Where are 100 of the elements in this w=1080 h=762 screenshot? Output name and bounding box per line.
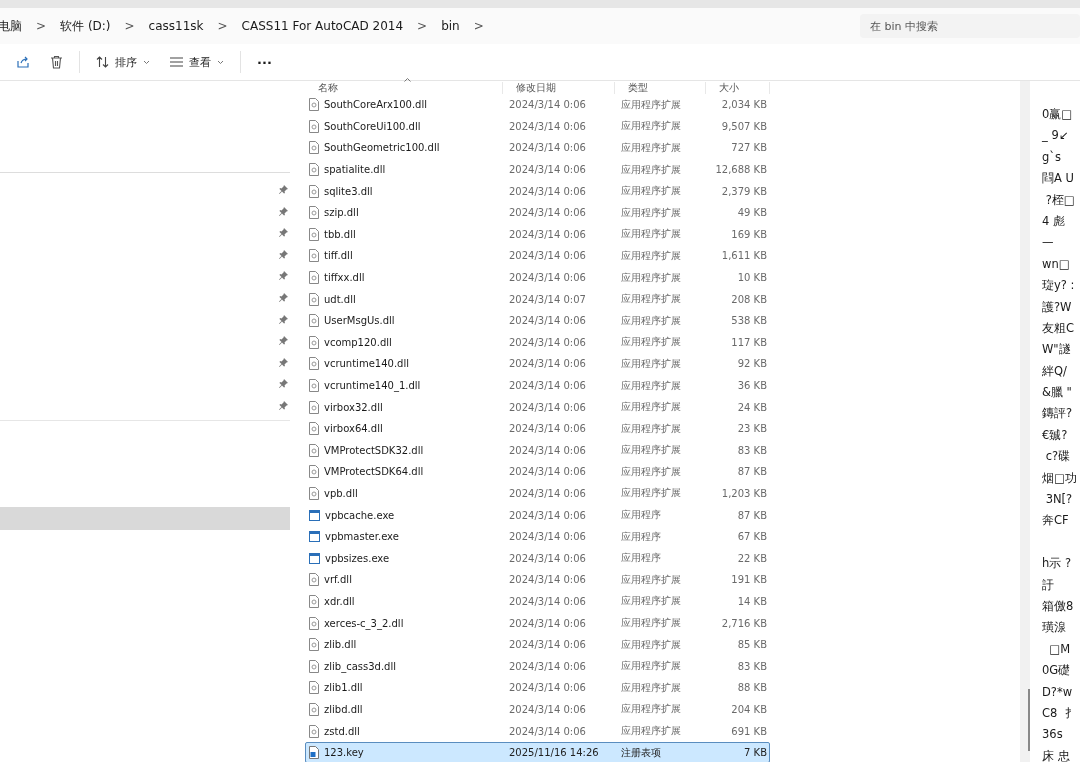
file-row[interactable]: UserMsgUs.dll 2024/3/14 0:06 应用程序扩展 538 KB [305, 309, 770, 332]
pin-icon[interactable] [279, 379, 288, 389]
file-row[interactable]: vpb.dll 2024/3/14 0:06 应用程序扩展 1,203 KB [305, 482, 770, 505]
chevron-icon[interactable]: > [417, 19, 428, 33]
scrollbar-thumb[interactable] [1028, 689, 1030, 751]
file-row[interactable]: vpbsizes.exe 2024/3/14 0:06 应用程序 22 KB [305, 547, 770, 570]
file-name: vpb.dll [324, 488, 358, 499]
dll-file-icon [309, 249, 319, 263]
file-type: 应用程序 [620, 508, 662, 523]
file-row[interactable]: zlib_cass3d.dll 2024/3/14 0:06 应用程序扩展 83 KB [305, 655, 770, 678]
editor-line: _ 9↙ [1042, 127, 1070, 145]
modified-date: 2024/3/14 0:06 [508, 725, 587, 737]
chevron-icon[interactable]: > [473, 19, 484, 33]
file-type: 应用程序扩展 [620, 421, 682, 436]
file-size: 2,716 KB [720, 617, 768, 629]
modified-date: 2024/3/14 0:06 [508, 185, 587, 197]
dll-file-icon [309, 487, 319, 500]
file-name: szip.dll [324, 207, 359, 219]
file-row[interactable]: zlib1.dll 2024/3/14 0:06 应用程序扩展 88 KB [305, 677, 770, 699]
column-header[interactable]: 修改日期 [503, 82, 615, 94]
file-type: 应用程序扩展 [620, 248, 682, 263]
file-row[interactable]: vcomp120.dll 2024/3/14 0:06 应用程序扩展 117 KB [305, 331, 770, 354]
file-row[interactable]: virbox64.dll 2024/3/14 0:06 应用程序扩展 23 KB [305, 417, 770, 440]
file-size: 92 KB [736, 358, 768, 370]
dll-file-icon [309, 443, 319, 457]
dll-file-icon [309, 616, 319, 630]
view-button[interactable]: 查看 [162, 50, 232, 74]
file-row[interactable]: udt.dll 2024/3/14 0:07 应用程序扩展 208 KB [305, 288, 770, 310]
file-row[interactable]: vrf.dll 2024/3/14 0:06 应用程序扩展 191 KB [305, 569, 770, 591]
registry-file-icon [309, 746, 319, 760]
modified-date: 2024/3/14 0:06 [508, 574, 587, 586]
file-name: SouthCoreUi100.dll [324, 120, 421, 132]
file-row[interactable]: tiff.dll 2024/3/14 0:06 应用程序扩展 1,611 KB [305, 245, 770, 267]
pin-icon[interactable] [279, 249, 288, 259]
file-row[interactable]: xdr.dll 2024/3/14 0:06 应用程序扩展 14 KB [305, 590, 770, 613]
file-row[interactable]: zstd.dll 2024/3/14 0:06 应用程序扩展 691 KB [305, 720, 770, 742]
file-row[interactable]: xerces-c_3_2.dll 2024/3/14 0:06 应用程序扩展 2,716 KB [305, 612, 770, 634]
file-row[interactable]: sqlite3.dll 2024/3/14 0:06 应用程序扩展 2,379 KB [305, 180, 770, 202]
chevron-icon[interactable]: > [217, 19, 228, 33]
pin-icon[interactable] [279, 357, 288, 367]
file-type: 应用程序扩展 [620, 270, 682, 285]
search-field[interactable]: 在 bin 中搜索 [860, 14, 1080, 38]
breadcrumb[interactable]: CASS11 For AutoCAD 2014 [241, 19, 404, 33]
file-row[interactable]: VMProtectSDK32.dll 2024/3/14 0:06 应用程序扩展 83 KB [305, 439, 770, 462]
column-header[interactable]: 类型 [615, 82, 706, 94]
file-size: 14 KB [736, 595, 768, 607]
pin-icon[interactable] [279, 185, 288, 194]
file-size: 538 KB [730, 315, 768, 327]
file-row[interactable]: zlib.dll 2024/3/14 0:06 应用程序扩展 85 KB [305, 633, 770, 656]
pin-icon[interactable] [279, 271, 288, 281]
more-button[interactable]: ··· [249, 50, 280, 74]
dll-file-icon [309, 638, 319, 652]
editor-line: 3N[? [1044, 491, 1074, 509]
pin-icon[interactable] [279, 292, 288, 302]
file-size: 87 KB [736, 466, 768, 478]
file-row[interactable]: virbox32.dll 2024/3/14 0:06 应用程序扩展 24 KB [305, 396, 770, 418]
file-size: 7 KB [743, 747, 768, 759]
file-name: vcruntime140.dll [324, 358, 409, 370]
file-row[interactable]: spatialite.dll 2024/3/14 0:06 应用程序扩展 12,688 KB [305, 158, 770, 181]
column-header[interactable]: 大小 [706, 82, 770, 94]
file-row[interactable]: SouthCoreArx100.dll 2024/3/14 0:06 应用程序扩展 2,034 KB [305, 94, 770, 116]
file-row[interactable]: SouthGeometric100.dll 2024/3/14 0:06 应用程序扩展 727 KB [305, 137, 770, 159]
file-row[interactable]: tbb.dll 2024/3/14 0:06 应用程序扩展 169 KB [305, 223, 770, 246]
pin-icon[interactable] [279, 206, 288, 216]
editor-line: 床 忠 [1042, 747, 1071, 762]
file-row[interactable]: SouthCoreUi100.dll 2024/3/14 0:06 应用程序扩展 9,507 KB [305, 115, 770, 138]
chevron-icon[interactable]: > [124, 19, 135, 33]
sort-button[interactable]: 排序 [88, 50, 158, 74]
file-row[interactable]: vcruntime140_1.dll 2024/3/14 0:06 应用程序扩展 36 KB [305, 374, 770, 397]
breadcrumb[interactable]: 软件 (D:) [60, 17, 111, 35]
pin-icon[interactable] [279, 400, 288, 410]
file-type: 应用程序扩展 [620, 205, 682, 220]
file-type: 应用程序扩展 [620, 616, 682, 631]
file-name: UserMsgUs.dll [324, 315, 395, 327]
modified-date: 2024/3/14 0:06 [508, 509, 587, 521]
file-row[interactable]: vcruntime140.dll 2024/3/14 0:06 应用程序扩展 92 KB [305, 353, 770, 375]
file-row[interactable]: tiffxx.dll 2024/3/14 0:06 应用程序扩展 10 KB [305, 266, 770, 289]
pin-icon[interactable] [279, 314, 288, 324]
file-row[interactable]: zlibd.dll 2024/3/14 0:06 应用程序扩展 204 KB [305, 698, 770, 721]
pin-icon[interactable] [279, 228, 288, 238]
breadcrumb[interactable]: bin [441, 19, 460, 33]
file-size: 88 KB [736, 682, 768, 694]
column-header[interactable]: 名称 [305, 82, 503, 94]
breadcrumb[interactable]: cass11sk [148, 19, 204, 33]
file-row[interactable]: 123.key 2025/11/16 14:26 注册表项 7 KB [305, 741, 770, 762]
file-row[interactable]: vpbmaster.exe 2024/3/14 0:06 应用程序 67 KB [305, 525, 770, 548]
file-type: 应用程序扩展 [620, 119, 682, 134]
file-name: vpbcache.exe [325, 509, 395, 521]
chevron-icon[interactable]: > [36, 19, 47, 33]
editor-line: 0赢□ [1042, 106, 1074, 123]
file-row[interactable]: vpbcache.exe 2024/3/14 0:06 应用程序 87 KB [305, 504, 770, 526]
modified-date: 2024/3/14 0:06 [508, 617, 587, 629]
file-row[interactable]: szip.dll 2024/3/14 0:06 应用程序扩展 49 KB [305, 201, 770, 224]
file-type: 应用程序扩展 [620, 97, 682, 112]
pin-icon[interactable] [279, 336, 288, 346]
dll-file-icon [309, 379, 319, 392]
file-type: 应用程序 [620, 529, 662, 544]
modified-date: 2024/3/14 0:06 [508, 401, 587, 413]
file-row[interactable]: VMProtectSDK64.dll 2024/3/14 0:06 应用程序扩展 87 KB [305, 461, 770, 483]
file-name: zlib.dll [324, 639, 357, 651]
